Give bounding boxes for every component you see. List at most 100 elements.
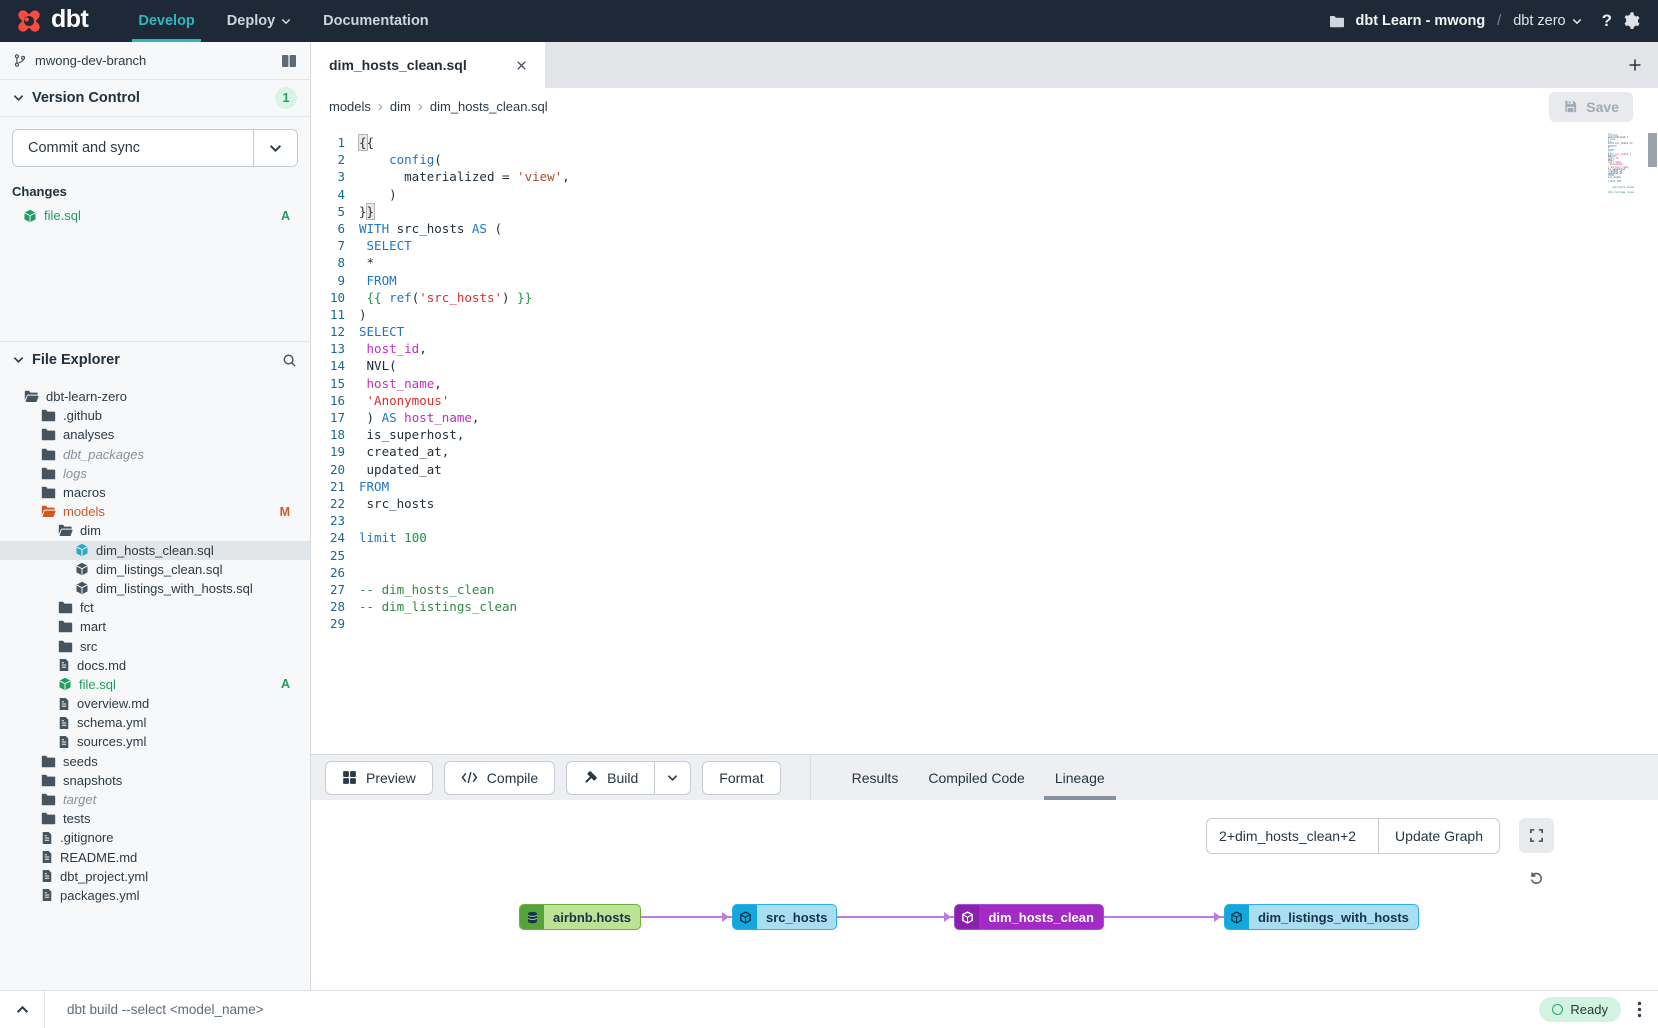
breadcrumb-item[interactable]: dim_hosts_clean.sql [430, 99, 548, 114]
tree-item-fct[interactable]: fct [0, 598, 310, 617]
code-line: {{ ref('src_hosts') }} [1608, 152, 1634, 154]
code-icon [461, 771, 478, 784]
lineage-node-dim-hosts-clean[interactable]: dim_hosts_clean [954, 904, 1104, 930]
nav-item-deploy[interactable]: Deploy [211, 0, 307, 42]
nav-item-develop[interactable]: Develop [122, 0, 210, 42]
code-line: -- dim_hosts_clean [359, 581, 1658, 598]
tab-lineage[interactable]: Lineage [1040, 755, 1120, 800]
toolbar-buttons: Preview Compile Build Format [325, 761, 792, 795]
code-line: 'Anonymous' [359, 392, 1658, 409]
tree-item-models[interactable]: modelsM [0, 502, 310, 521]
tree-item-schema-yml[interactable]: schema.yml [0, 713, 310, 732]
tree-item--github[interactable]: .github [0, 406, 310, 425]
reset-view-icon[interactable] [1519, 860, 1554, 895]
file-explorer-header[interactable]: File Explorer [0, 341, 310, 378]
tree-item-label: mart [80, 619, 106, 634]
file-icon [58, 658, 70, 672]
environment-selector[interactable]: dbt zero [1513, 13, 1581, 29]
search-icon[interactable] [282, 353, 297, 368]
code-line: FROM [359, 478, 1658, 495]
preview-button-main[interactable]: Preview [326, 762, 432, 794]
tree-item-mart[interactable]: mart [0, 617, 310, 636]
tree-item-label: dbt_packages [63, 447, 144, 462]
project-name[interactable]: dbt Learn - mwong [1355, 13, 1485, 29]
changes-label: Changes [12, 184, 298, 199]
split-view-icon[interactable] [281, 54, 297, 68]
preview-button[interactable]: Preview [325, 761, 433, 795]
file-icon [41, 831, 53, 845]
tree-item-readme-md[interactable]: README.md [0, 848, 310, 867]
build-dropdown-button[interactable] [654, 762, 690, 794]
line-number: 16 [311, 392, 345, 409]
compile-button-main[interactable]: Compile [445, 762, 554, 794]
tree-item-snapshots[interactable]: snapshots [0, 771, 310, 790]
branch-name: mwong-dev-branch [35, 53, 146, 68]
tree-item--gitignore[interactable]: .gitignore [0, 828, 310, 847]
lineage-node-dim-listings-with-hosts[interactable]: dim_listings_with_hosts [1224, 904, 1419, 930]
commit-options-button[interactable] [253, 130, 297, 166]
folder-icon [41, 793, 56, 806]
tree-item-dbt-learn-zero[interactable]: dbt-learn-zero [0, 387, 310, 406]
fullscreen-icon[interactable] [1519, 818, 1554, 853]
lineage-edge [837, 916, 954, 918]
compile-button[interactable]: Compile [444, 761, 555, 795]
gear-icon[interactable] [1622, 12, 1640, 30]
tree-item-analyses[interactable]: analyses [0, 425, 310, 444]
help-icon[interactable]: ? [1602, 11, 1612, 31]
close-icon[interactable] [516, 60, 527, 71]
code-line: ) [359, 186, 1658, 203]
tree-item-sources-yml[interactable]: sources.yml [0, 732, 310, 751]
tree-item-target[interactable]: target [0, 790, 310, 809]
tree-item-dim[interactable]: dim [0, 521, 310, 540]
tree-item-dim-listings-with-hosts-sql[interactable]: dim_listings_with_hosts.sql [0, 579, 310, 598]
tree-item-tests[interactable]: tests [0, 809, 310, 828]
lineage-node-airbnb-hosts[interactable]: airbnb.hosts [519, 904, 641, 930]
tree-item-logs[interactable]: logs [0, 464, 310, 483]
lineage-selector-input[interactable] [1206, 818, 1378, 854]
dbt-logo[interactable]: dbt [14, 6, 88, 36]
changed-file-row[interactable]: file.sqlA [12, 208, 298, 223]
tab-compiled-code[interactable]: Compiled Code [913, 755, 1040, 800]
line-number: 29 [311, 615, 345, 632]
tree-item-overview-md[interactable]: overview.md [0, 694, 310, 713]
tree-item-dbt-project-yml[interactable]: dbt_project.yml [0, 867, 310, 886]
tree-item-docs-md[interactable]: docs.md [0, 656, 310, 675]
update-graph-button[interactable]: Update Graph [1378, 818, 1500, 854]
save-button[interactable]: Save [1549, 92, 1633, 122]
format-button-main[interactable]: Format [703, 762, 779, 794]
format-button[interactable]: Format [702, 761, 780, 795]
tree-item-label: overview.md [77, 696, 149, 711]
code-content[interactable]: {{ config( materialized = 'view', )}}WIT… [359, 134, 1658, 754]
kebab-menu-icon[interactable] [1637, 1001, 1642, 1018]
dbt-logo-icon [14, 6, 44, 36]
chevron-up-icon[interactable] [0, 1005, 44, 1014]
tree-item-seeds[interactable]: seeds [0, 752, 310, 771]
minimap[interactable]: {{ config( materialized = 'view', )}}WIT… [1608, 133, 1634, 203]
tree-item-packages-yml[interactable]: packages.yml [0, 886, 310, 905]
tab-dim-hosts-clean[interactable]: dim_hosts_clean.sql [311, 42, 545, 88]
dbt-cloud-ide: dbt DevelopDeployDocumentation dbt Learn… [0, 0, 1658, 1028]
build-button-main[interactable]: Build [567, 762, 654, 794]
code-line: SELECT [359, 237, 1658, 254]
line-number: 5 [311, 203, 345, 220]
tree-item-macros[interactable]: macros [0, 483, 310, 502]
build-button[interactable]: Build [566, 761, 691, 795]
tab-results[interactable]: Results [837, 755, 914, 800]
tree-item-dbt-packages[interactable]: dbt_packages [0, 445, 310, 464]
new-tab-icon[interactable] [1628, 58, 1642, 72]
command-input[interactable] [67, 1002, 1539, 1017]
tree-item-dim-hosts-clean-sql[interactable]: dim_hosts_clean.sql [0, 541, 310, 560]
version-control-header[interactable]: Version Control 1 [0, 80, 310, 117]
code-editor[interactable]: 1234567891011121314151617181920212223242… [311, 125, 1658, 754]
tree-item-src[interactable]: src [0, 636, 310, 655]
breadcrumb-item[interactable]: dim [390, 99, 411, 114]
tree-item-dim-listings-clean-sql[interactable]: dim_listings_clean.sql [0, 560, 310, 579]
line-number: 10 [311, 289, 345, 306]
editor-scrollbar[interactable] [1648, 133, 1657, 167]
lineage-node-src-hosts[interactable]: src_hosts [732, 904, 837, 930]
tree-item-file-sql[interactable]: file.sqlA [0, 675, 310, 694]
commit-and-sync-button[interactable]: Commit and sync [12, 129, 298, 167]
breadcrumb-item[interactable]: models [329, 99, 371, 114]
line-number-gutter: 1234567891011121314151617181920212223242… [311, 134, 359, 754]
nav-item-documentation[interactable]: Documentation [307, 0, 445, 42]
